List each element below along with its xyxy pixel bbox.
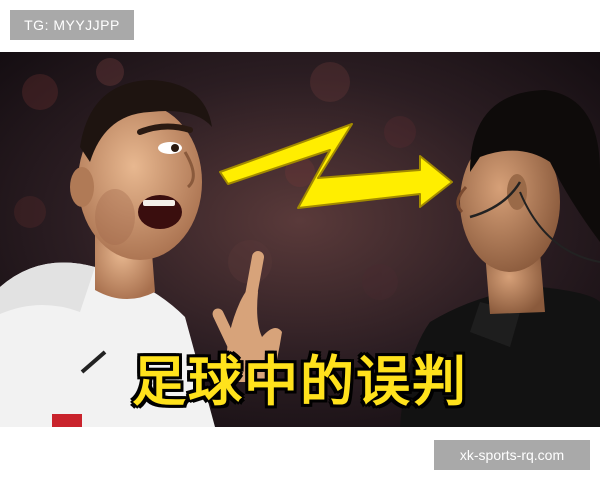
photo: 足球中的误判 [0,52,600,427]
caption: 足球中的误判 [132,350,468,413]
watermark-bottom: xk-sports-rq.com [434,440,590,470]
watermark-top: TG: MYYJJPP [10,10,134,40]
